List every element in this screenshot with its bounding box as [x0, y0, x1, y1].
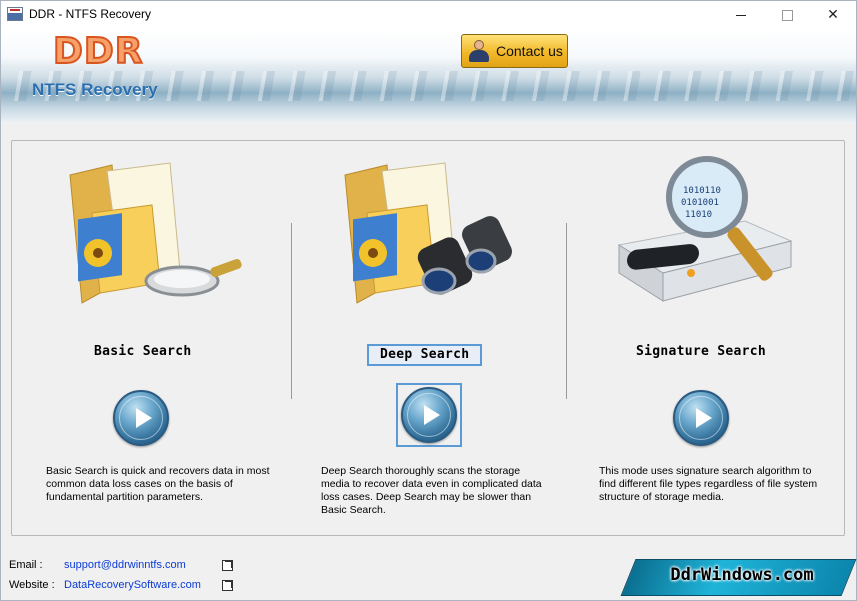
drive-magnifier-icon: 1010110 0101001 11010: [617, 156, 793, 302]
product-subtitle: NTFS Recovery: [32, 80, 158, 99]
maximize-button[interactable]: [764, 1, 810, 29]
play-icon: [135, 408, 152, 428]
window-title: DDR - NTFS Recovery: [29, 7, 152, 21]
contact-us-label: Contact us: [496, 43, 563, 59]
app-icon: [7, 7, 23, 21]
svg-text:0101001: 0101001: [681, 198, 719, 208]
deep-search-column: Deep Search Deep Search thoroughly scans…: [287, 141, 557, 535]
header-banner: DDR NTFS Recovery Contact us: [1, 29, 856, 123]
basic-search-column: Basic Search Basic Search is quick and r…: [12, 141, 282, 535]
contact-us-button[interactable]: Contact us: [461, 34, 568, 68]
signature-search-column: 1010110 0101001 11010 Signature Search T…: [565, 141, 835, 535]
signature-search-title: Signature Search: [636, 344, 767, 359]
svg-text:1010110: 1010110: [683, 186, 721, 196]
close-button[interactable]: [810, 1, 856, 29]
folder-magnifier-icon: [69, 162, 242, 304]
person-icon: [468, 39, 490, 63]
play-icon: [423, 405, 440, 425]
footer: Email : support@ddrwinntfs.com Website :…: [1, 548, 857, 600]
website-label: Website :: [9, 579, 55, 591]
signature-search-description: This mode uses signature search algorith…: [599, 465, 818, 503]
deep-search-title: Deep Search: [367, 344, 483, 366]
external-link-icon[interactable]: [222, 560, 233, 571]
play-icon: [695, 408, 712, 428]
brand-text[interactable]: DdrWindows.com: [628, 565, 856, 585]
app-window: DDR - NTFS Recovery DDR NTFS Recovery Co…: [0, 0, 857, 601]
ddr-logo: DDR: [52, 30, 144, 73]
folder-binoculars-icon: [344, 162, 512, 304]
external-link-icon[interactable]: [222, 580, 233, 591]
deep-search-description: Deep Search thoroughly scans the storage…: [321, 465, 542, 516]
minimize-button[interactable]: [718, 1, 764, 29]
email-label: Email :: [9, 559, 43, 571]
recovery-mode-panel: Basic Search Basic Search is quick and r…: [11, 140, 845, 536]
email-link[interactable]: support@ddrwinntfs.com: [64, 559, 186, 571]
title-bar: DDR - NTFS Recovery: [1, 1, 856, 29]
signature-search-start-button[interactable]: [673, 390, 729, 446]
basic-search-start-button[interactable]: [113, 390, 169, 446]
basic-search-description: Basic Search is quick and recovers data …: [46, 465, 270, 503]
basic-search-title: Basic Search: [94, 344, 192, 359]
deep-search-start-button[interactable]: [401, 387, 457, 443]
website-link[interactable]: DataRecoverySoftware.com: [64, 579, 201, 591]
svg-text:11010: 11010: [685, 210, 712, 220]
